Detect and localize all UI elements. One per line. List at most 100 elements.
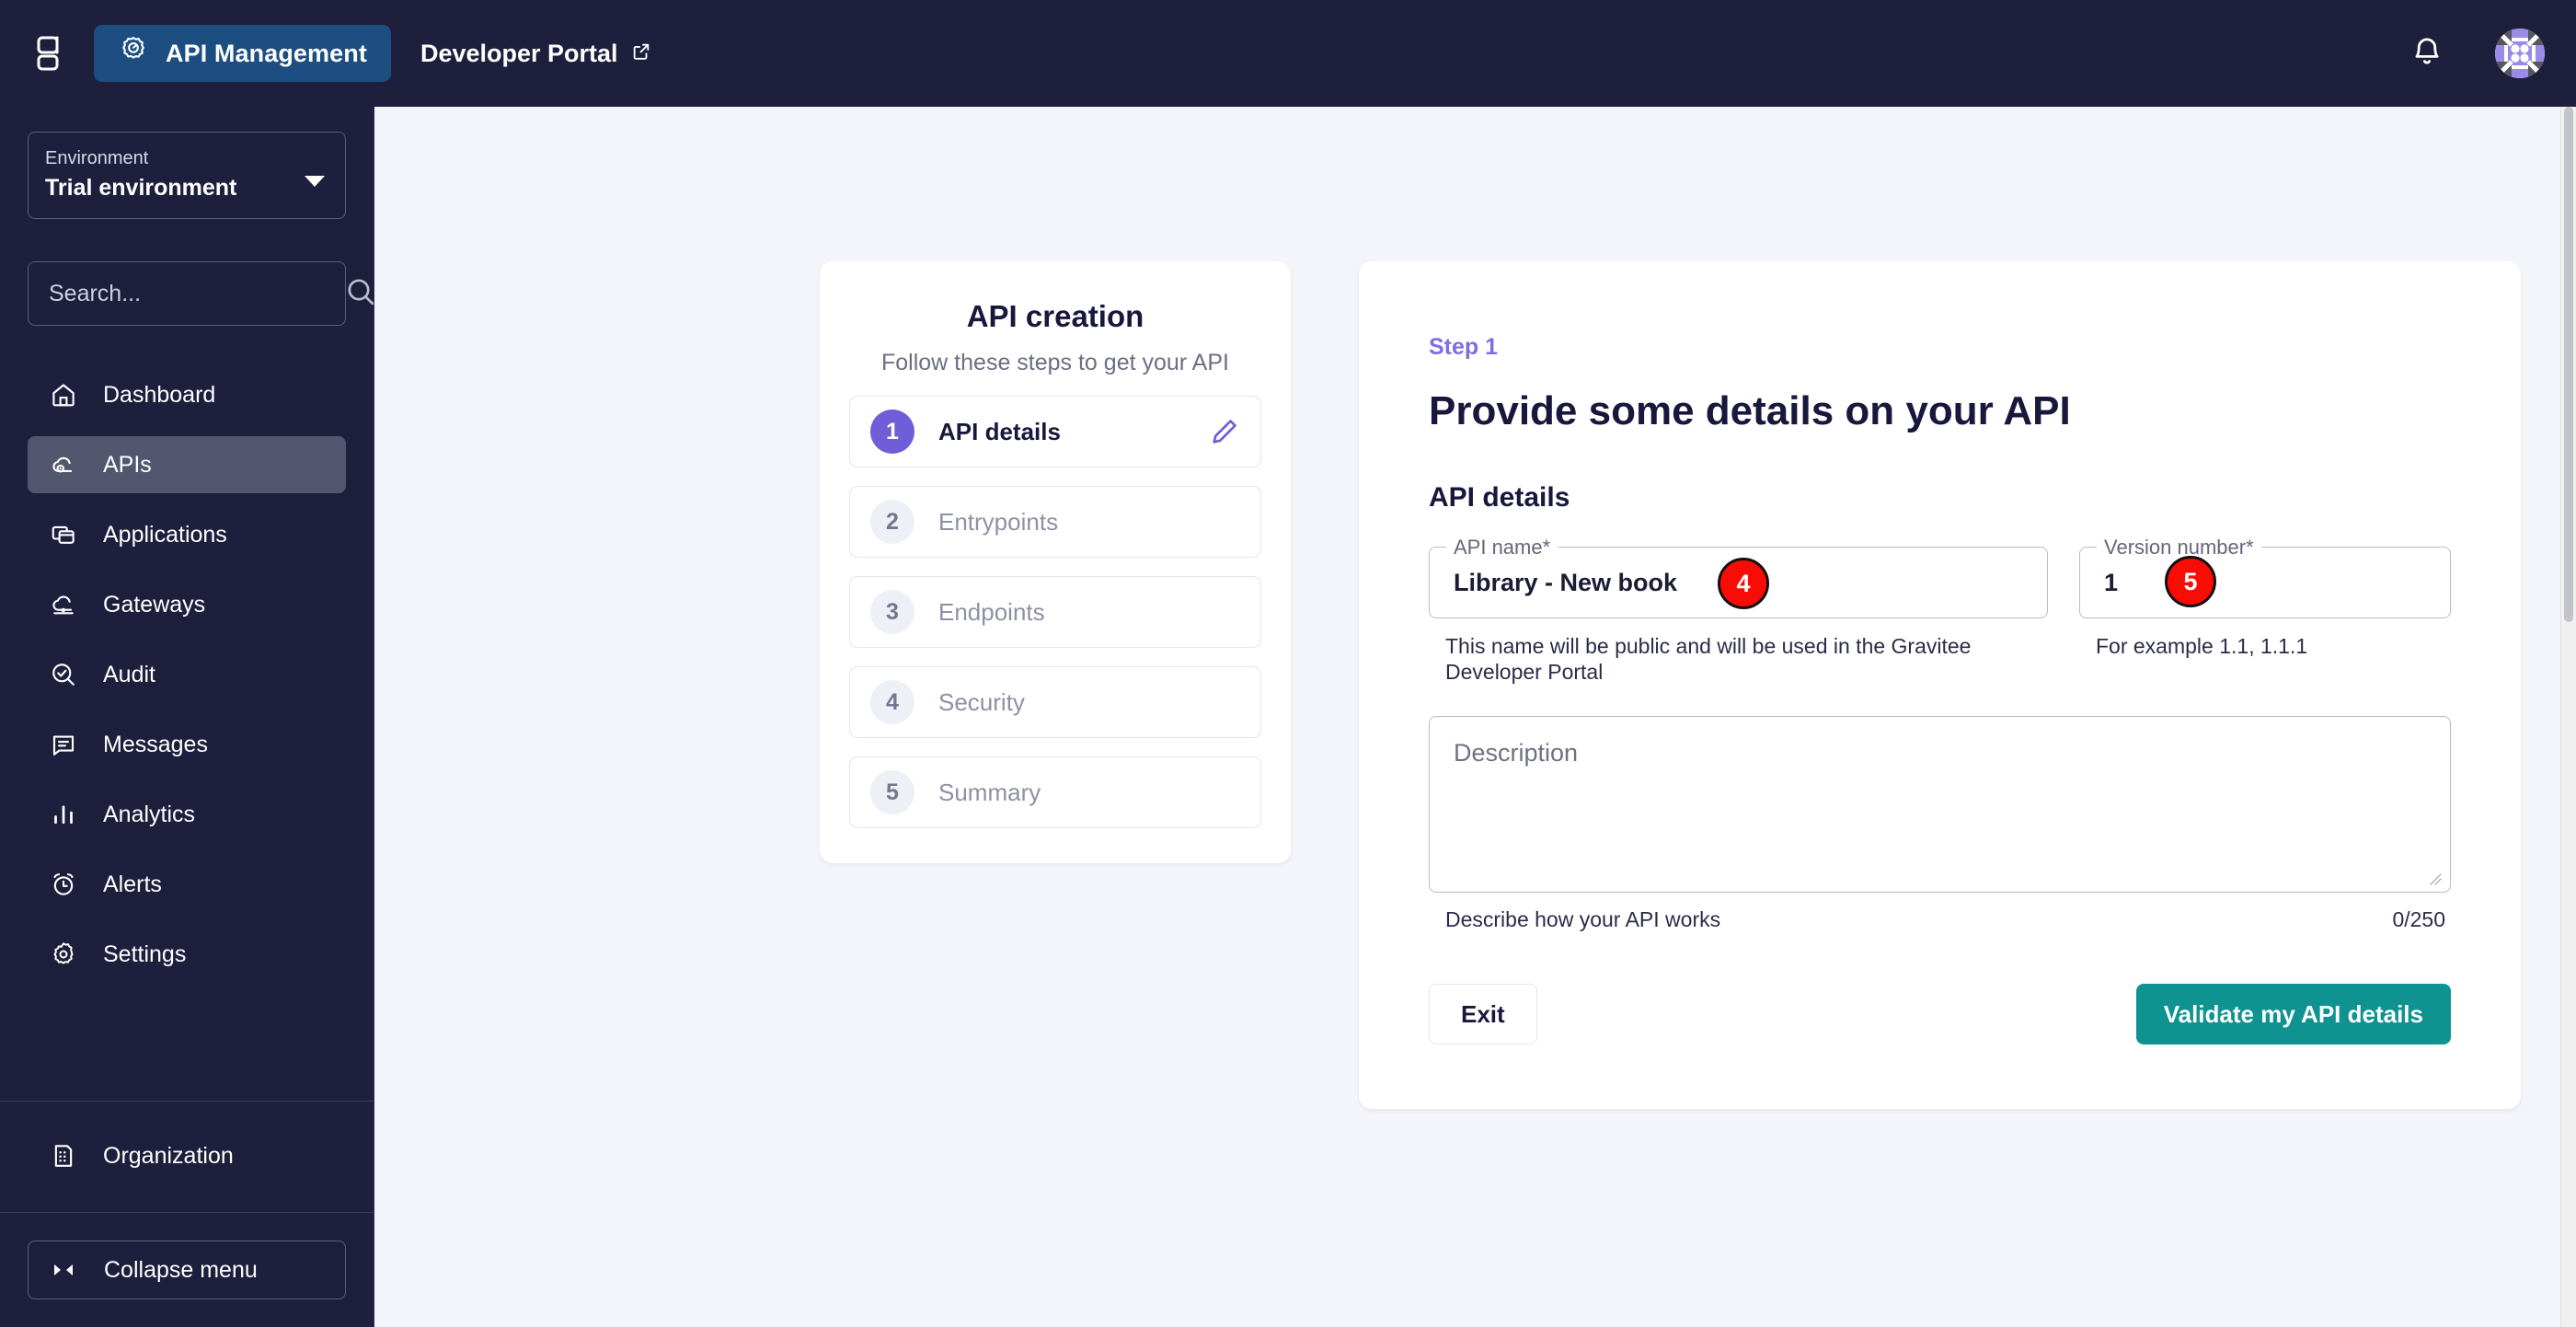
gravitee-g-logo[interactable] [28,29,70,77]
page-title: Provide some details on your API [1429,388,2071,433]
exit-button[interactable]: Exit [1429,984,1537,1044]
scrollbar-thumb[interactable] [2564,107,2573,622]
step-summary[interactable]: 5 Summary [849,756,1261,828]
windows-icon [48,519,79,550]
sidebar-nav: Dashboard APIs Applications Gateways Aud… [0,366,374,1077]
annotation-marker-5: 5 [2165,556,2216,607]
step-number-badge: 5 [870,770,914,814]
search-check-icon [48,659,79,690]
top-bar: API Management Developer Portal [0,0,2576,107]
description-placeholder: Description [1454,739,1579,767]
description-hint: Describe how your API works [1445,907,1721,931]
version-number-legend: Version number* [2097,536,2261,560]
api-name-legend: API name* [1446,536,1558,560]
chevron-down-icon [305,175,325,187]
page-scrollbar[interactable] [2560,107,2576,1327]
step-label: Entrypoints [938,507,1059,536]
resize-grip-icon[interactable] [2425,869,2442,885]
sidebar-item-applications[interactable]: Applications [28,506,346,563]
nav-developer-portal[interactable]: Developer Portal [420,40,651,68]
step-number-badge: 3 [870,590,914,634]
building-icon [48,1140,79,1171]
bar-chart-icon [48,799,79,830]
api-gear-badge-icon [118,35,149,73]
sidebar-item-settings[interactable]: Settings [28,926,346,983]
description-field[interactable]: Description [1429,716,2451,893]
step-label: Endpoints [938,597,1045,626]
search-icon [345,276,376,312]
alarm-clock-icon [48,869,79,900]
annotation-marker-4: 4 [1718,558,1769,609]
steps-subtitle: Follow these steps to get your API [881,350,1229,375]
cloud-plug-icon [48,589,79,620]
sidebar-item-gateways[interactable]: Gateways [28,576,346,633]
step-label: Security [938,687,1025,716]
collapse-menu-wrap: Collapse menu [0,1213,374,1327]
step-label: API details [938,417,1061,445]
sidebar-item-label: Organization [103,1142,234,1169]
nav-api-management-label: API Management [166,39,367,67]
sidebar-item-label: APIs [103,451,152,478]
sidebar-item-label: Settings [103,940,187,967]
sidebar: Environment Trial environment Search... … [0,107,374,1327]
nav-developer-portal-label: Developer Portal [420,39,618,67]
environment-label: Environment [45,148,149,168]
cloud-gear-icon [48,449,79,480]
app-shell: Environment Trial environment Search... … [0,107,2576,1327]
description-footer: Describe how your API works 0/250 [1429,907,2451,932]
sidebar-item-apis[interactable]: APIs [28,436,346,493]
api-creation-steps-card: API creation Follow these steps to get y… [820,261,1291,863]
nav-api-management[interactable]: API Management [94,25,391,82]
api-name-field[interactable]: API name* Library - New book 4 [1429,536,2048,618]
sidebar-search[interactable] [28,261,374,326]
step-api-details[interactable]: 1 API details [849,396,1261,467]
step-number-badge: 4 [870,680,914,724]
notification-bell-icon[interactable] [2410,34,2444,74]
version-number-field[interactable]: Version number* 1 5 [2079,536,2451,618]
top-bar-actions [2410,29,2545,78]
collapse-menu-button[interactable]: Collapse menu [28,1240,346,1299]
step-endpoints[interactable]: 3 Endpoints [849,576,1261,648]
description-field-wrap: Description Describe how your API works … [1429,716,2451,932]
api-name-field-wrap: API name* Library - New book 4 This name… [1429,536,2048,685]
gear-icon [48,939,79,970]
avatar[interactable] [2495,29,2545,78]
collapse-menu-label: Collapse menu [104,1256,258,1283]
sidebar-item-alerts[interactable]: Alerts [28,856,346,913]
message-icon [48,729,79,760]
api-name-hint: This name will be public and will be use… [1445,634,1972,684]
sidebar-item-messages[interactable]: Messages [28,716,346,773]
sidebar-item-label: Messages [103,731,208,757]
step-eyebrow: Step 1 [1429,334,1499,360]
sidebar-item-dashboard[interactable]: Dashboard [28,366,346,423]
step-entrypoints[interactable]: 2 Entrypoints [849,486,1261,558]
validate-api-details-button[interactable]: Validate my API details [2135,984,2451,1044]
api-name-value: Library - New book [1454,568,1678,596]
sidebar-item-audit[interactable]: Audit [28,646,346,703]
step-number-badge: 2 [870,500,914,544]
environment-selector[interactable]: Environment Trial environment [28,132,346,219]
search-input[interactable] [49,280,345,307]
sidebar-item-label: Gateways [103,591,206,617]
name-version-row: API name* Library - New book 4 This name… [1429,536,2451,685]
step-label: Summary [938,778,1041,806]
section-title: API details [1429,482,1570,513]
home-icon [48,379,79,410]
version-number-hint: For example 1.1, 1.1.1 [2096,634,2308,658]
collapse-arrows-icon [49,1254,80,1286]
description-counter: 0/250 [2392,907,2445,931]
form-actions: Exit Validate my API details [1429,984,2451,1044]
external-link-icon [631,40,651,68]
step-number-badge: 1 [870,410,914,454]
sidebar-item-analytics[interactable]: Analytics [28,786,346,843]
sidebar-item-label: Applications [103,521,227,548]
pencil-icon[interactable] [1209,416,1240,447]
step-security[interactable]: 4 Security [849,666,1261,738]
sidebar-item-organization[interactable]: Organization [28,1127,346,1184]
sidebar-organization-block: Organization [0,1102,374,1212]
steps-title: API creation [966,299,1144,333]
sidebar-item-label: Dashboard [103,381,216,408]
sidebar-item-label: Audit [103,661,155,687]
version-number-value: 1 [2104,568,2119,596]
sidebar-item-label: Alerts [103,871,162,897]
